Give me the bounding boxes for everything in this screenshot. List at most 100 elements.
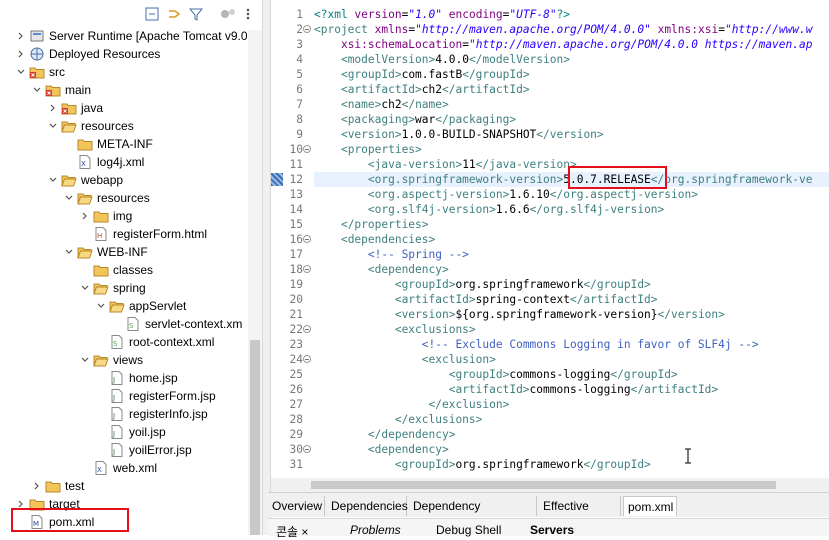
tab-pom-xml[interactable]: pom.xml (623, 496, 677, 516)
code-line[interactable]: 5 <groupId>com.fastB</groupId> (271, 67, 829, 82)
code-line[interactable]: 26 <artifactId>commons-logging</artifact… (271, 382, 829, 397)
code-line[interactable]: 11 <java-version>11</java-version> (271, 157, 829, 172)
fold-toggle-icon[interactable] (303, 445, 311, 453)
svg-text:H: H (97, 232, 102, 240)
line-number: 2 (296, 23, 303, 36)
text-cursor-icon (684, 448, 692, 464)
pane-divider[interactable] (262, 0, 271, 535)
code-line[interactable]: 30 <dependency> (271, 442, 829, 457)
line-number: 25 (289, 368, 303, 381)
chevron-right-icon[interactable] (48, 99, 58, 117)
code-line[interactable]: 23 <!-- Exclude Commons Logging in favor… (271, 337, 829, 352)
code-line[interactable]: 15 </properties> (271, 217, 829, 232)
code-text: <artifactId>spring-context</artifactId> (394, 293, 658, 306)
code-line[interactable]: 31 <groupId>org.springframework</groupId… (271, 457, 829, 472)
chevron-right-icon[interactable] (16, 27, 26, 45)
code-line[interactable]: 19 <groupId>org.springframework</groupId… (271, 277, 829, 292)
explorer-scrollbar[interactable] (248, 30, 262, 535)
link-with-editor-icon[interactable] (166, 6, 182, 22)
code-line[interactable]: 22 <exclusions> (271, 322, 829, 337)
chevron-down-icon[interactable] (96, 297, 106, 315)
tree-item-label: java (81, 101, 104, 115)
code-text: <exclusions> (394, 323, 476, 336)
code-line[interactable]: 21 <version>${org.springframework-versio… (271, 307, 829, 322)
chevron-down-icon[interactable] (48, 171, 58, 189)
fold-toggle-icon[interactable] (303, 145, 311, 153)
code-line[interactable]: 9 <version>1.0.0-BUILD-SNAPSHOT</version… (271, 127, 829, 142)
chevron-down-icon[interactable] (64, 243, 74, 261)
line-number: 5 (296, 68, 303, 81)
code-line[interactable]: 13 <org.aspectj-version>1.6.10</org.aspe… (271, 187, 829, 202)
tree-item-label: META-INF (97, 137, 153, 151)
line-number: 21 (289, 308, 303, 321)
code-line[interactable]: 25 <groupId>commons-logging</groupId> (271, 367, 829, 382)
code-text: <version>1.0.0-BUILD-SNAPSHOT</version> (340, 128, 604, 141)
filter-icon[interactable] (188, 6, 204, 22)
code-line[interactable]: 28 </exclusions> (271, 412, 829, 427)
code-line[interactable]: 24 <exclusion> (271, 352, 829, 367)
tab-dependencies[interactable]: Dependencies (327, 496, 408, 516)
scroll-thumb[interactable] (250, 340, 260, 535)
more-options-icon[interactable] (240, 6, 256, 22)
code-line[interactable]: 8 <packaging>war</packaging> (271, 112, 829, 127)
chevron-down-icon[interactable] (64, 189, 74, 207)
chevron-down-icon[interactable] (80, 279, 90, 297)
chevron-right-icon[interactable] (16, 45, 26, 63)
tab-overview[interactable]: Overview (268, 496, 325, 516)
code-line[interactable]: 4 <modelVersion>4.0.0</modelVersion> (271, 52, 829, 67)
fold-toggle-icon[interactable] (303, 235, 311, 243)
code-line[interactable]: 12 <org.springframework-version>5.0.7.RE… (271, 172, 829, 187)
tree-item-label: Server Runtime [Apache Tomcat v9.0 (49, 29, 248, 43)
bottom-panel-tabs: 콘솔 × Problems Debug Shell Servers (268, 518, 829, 539)
view-menu-icon[interactable] (220, 6, 236, 22)
chevron-down-icon[interactable] (16, 63, 26, 81)
code-line[interactable]: 20 <artifactId>spring-context</artifactI… (271, 292, 829, 307)
code-line[interactable]: 27 </exclusion> (271, 397, 829, 412)
chevron-right-icon[interactable] (32, 477, 42, 495)
code-line[interactable]: 10 <properties> (271, 142, 829, 157)
version-highlight-box (568, 166, 667, 189)
tree-item-label: main (65, 83, 92, 97)
tab-effective-pom[interactable]: Effective POM (539, 496, 621, 533)
collapse-all-icon[interactable] (144, 6, 160, 22)
chevron-right-icon[interactable] (80, 207, 90, 225)
code-line[interactable]: 17 <!-- Spring --> (271, 247, 829, 262)
code-line[interactable]: 18 <dependency> (271, 262, 829, 277)
line-number: 1 (296, 8, 303, 21)
chevron-down-icon[interactable] (80, 351, 90, 369)
jsp-file-icon: J (109, 371, 125, 385)
tree-item-label: resources (97, 191, 150, 205)
line-number: 24 (289, 353, 303, 366)
tree-item-label: home.jsp (129, 371, 178, 385)
code-text: <version>${org.springframework-version}<… (394, 308, 725, 321)
code-line[interactable]: 6 <artifactId>ch2</artifactId> (271, 82, 829, 97)
code-line[interactable]: 3 xsi:schemaLocation="http://maven.apach… (271, 37, 829, 52)
bottom-tab-0[interactable]: 콘솔 × (276, 523, 308, 540)
code-line[interactable]: 7 <name>ch2</name> (271, 97, 829, 112)
code-text: <dependency> (367, 263, 449, 276)
code-line[interactable]: 14 <org.slf4j-version>1.6.6</org.slf4j-v… (271, 202, 829, 217)
fold-toggle-icon[interactable] (303, 265, 311, 273)
chevron-down-icon[interactable] (48, 117, 58, 135)
code-line[interactable]: 29 </dependency> (271, 427, 829, 442)
code-text: xsi:schemaLocation="http://maven.apache.… (340, 38, 813, 51)
svg-text:J: J (112, 430, 115, 438)
fold-toggle-icon[interactable] (303, 325, 311, 333)
editor-horizontal-scrollbar[interactable] (271, 478, 829, 492)
project-explorer: Server Runtime [Apache Tomcat v9.0 Deploy… (0, 0, 262, 535)
hscroll-thumb[interactable] (311, 481, 776, 489)
code-line[interactable]: 1 <?xml version="1.0" encoding="UTF-8"?> (271, 7, 829, 22)
code-text: <dependency> (367, 443, 449, 456)
fold-toggle-icon[interactable] (303, 355, 311, 363)
line-number: 28 (289, 413, 303, 426)
tab-dependency-hierarchy[interactable]: Dependency Hierarchy (409, 496, 537, 533)
code-line[interactable]: 2 <project xmlns="http://maven.apache.org… (271, 22, 829, 37)
code-line[interactable]: 16 <dependencies> (271, 232, 829, 247)
code-text: <groupId>org.springframework</groupId> (394, 278, 651, 291)
tree-item-label: webapp (81, 173, 124, 187)
code-text: <!-- Spring --> (367, 248, 469, 261)
code-editor[interactable]: 1 <?xml version="1.0" encoding="UTF-8"?> 2… (271, 0, 829, 490)
fold-toggle-icon[interactable] (303, 25, 311, 33)
line-number: 3 (296, 38, 303, 51)
chevron-down-icon[interactable] (32, 81, 42, 99)
